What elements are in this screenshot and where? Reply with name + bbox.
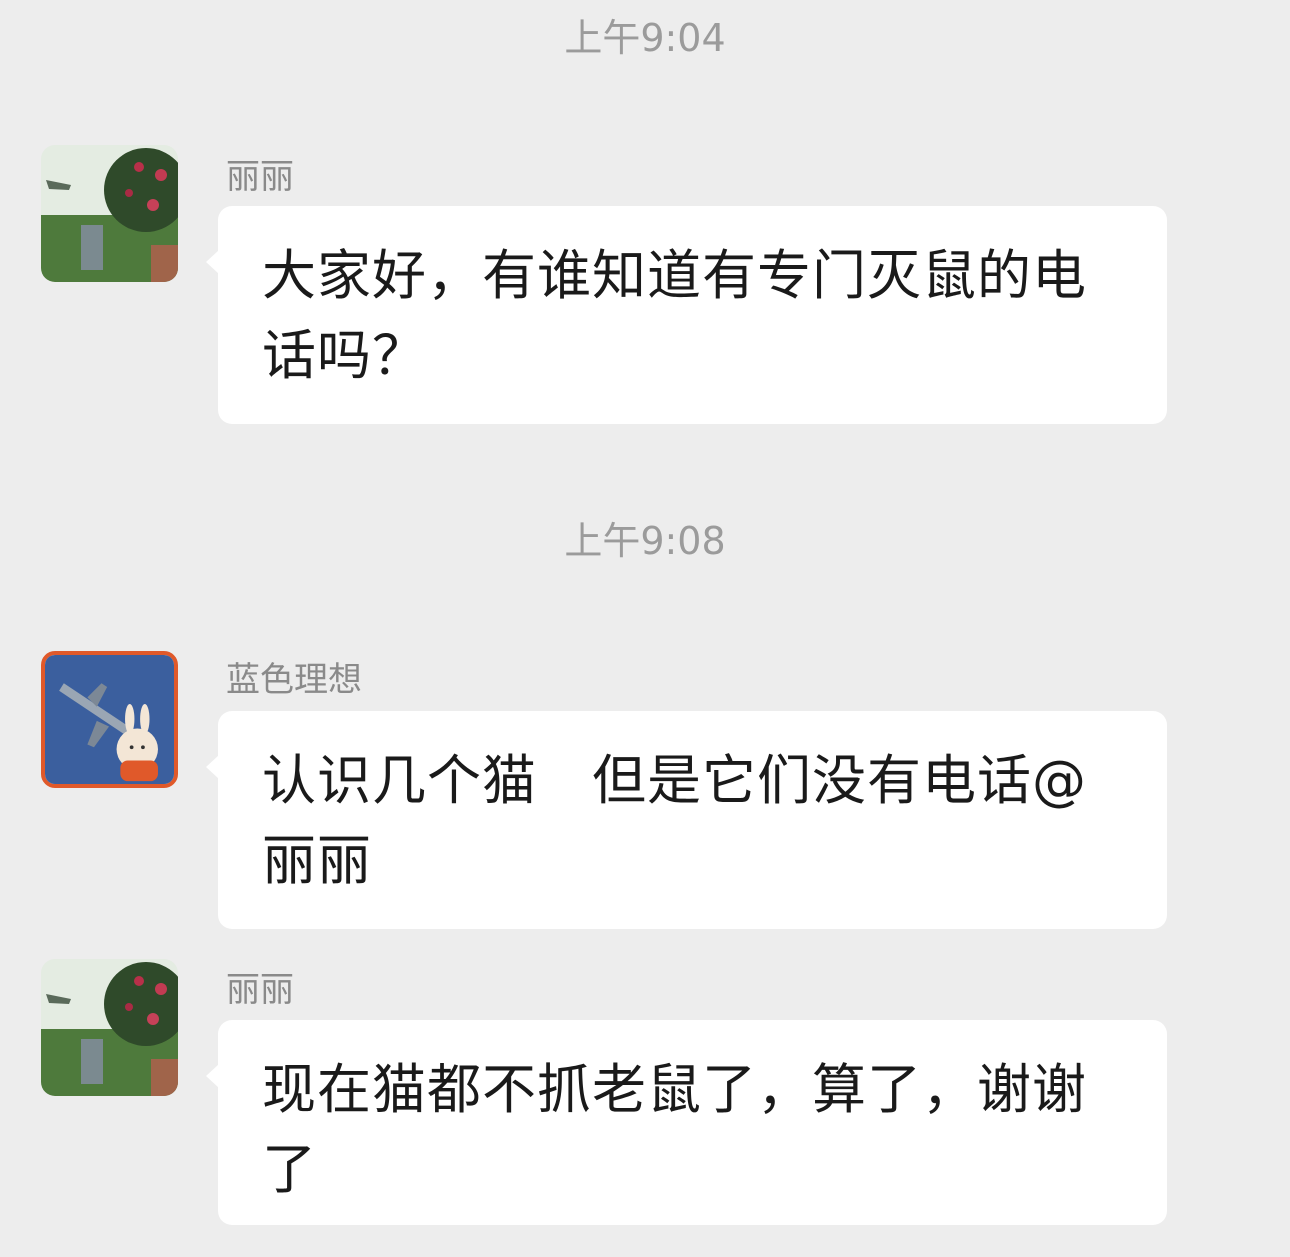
message-text: 大家好，有谁知道有专门灭鼠的电话吗？ xyxy=(262,244,1087,387)
avatar-image xyxy=(41,145,178,282)
avatar-image xyxy=(45,655,174,784)
message-text: 现在猫都不抓老鼠了，算了，谢谢了 xyxy=(262,1058,1087,1201)
message-text: 认识几个猫 但是它们没有电话@丽丽 xyxy=(262,749,1087,892)
sender-name: 丽丽 xyxy=(226,970,294,1010)
avatar-lili[interactable] xyxy=(41,145,178,282)
sender-name: 蓝色理想 xyxy=(226,660,362,700)
avatar-image xyxy=(41,959,178,1096)
message-bubble[interactable]: 认识几个猫 但是它们没有电话@丽丽 xyxy=(206,711,1167,929)
message-bubble[interactable]: 大家好，有谁知道有专门灭鼠的电话吗？ xyxy=(206,206,1167,424)
avatar-lanse-lixiang[interactable] xyxy=(41,651,178,788)
timestamp: 上午9:08 xyxy=(564,519,726,563)
message-bubble[interactable]: 现在猫都不抓老鼠了，算了，谢谢了 xyxy=(206,1020,1167,1225)
avatar-lili[interactable] xyxy=(41,959,178,1096)
sender-name: 丽丽 xyxy=(226,157,294,197)
timestamp: 上午9:04 xyxy=(564,16,726,60)
